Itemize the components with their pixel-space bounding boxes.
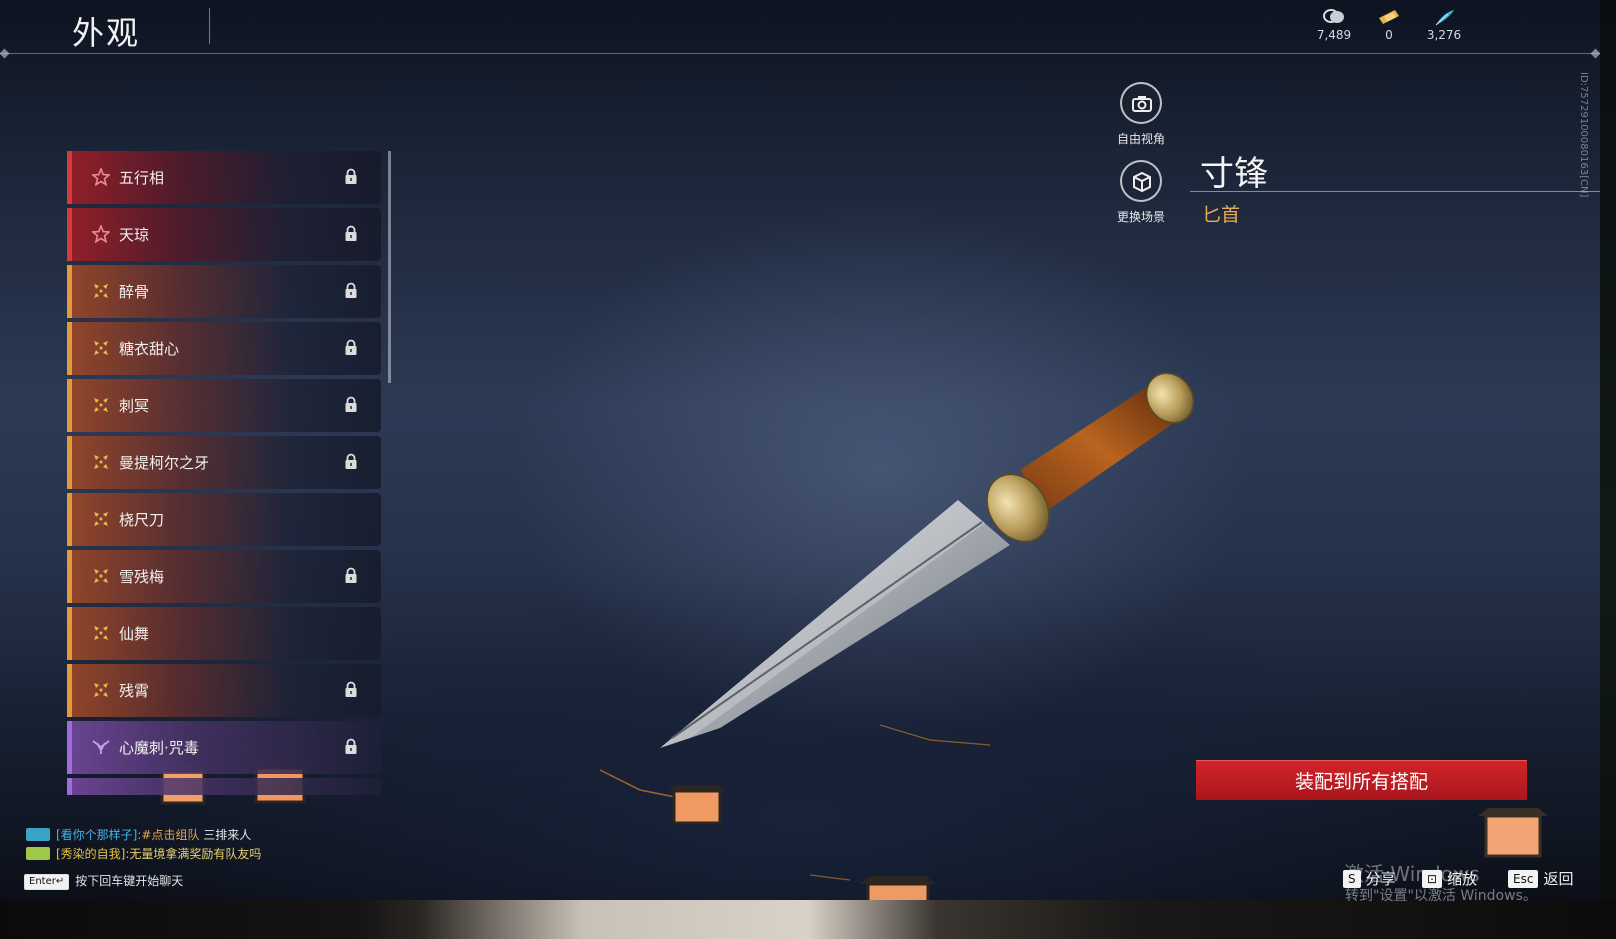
lock-icon	[344, 453, 358, 470]
star-outline-icon	[90, 223, 112, 244]
feather-icon	[1435, 10, 1454, 26]
lock-icon	[344, 567, 358, 584]
lock-icon	[344, 282, 358, 299]
weapon-name: 天琼	[119, 226, 150, 244]
chat-message[interactable]: [看你个那样子]:#点击组队 三排来人	[26, 826, 251, 843]
weapon-list-item[interactable]: 残霄	[67, 664, 381, 717]
chat-world-icon	[26, 847, 50, 860]
share-hint[interactable]: S 分享	[1343, 868, 1396, 889]
weapon-list-item[interactable]: 糖衣甜心	[67, 322, 381, 375]
lock-icon	[344, 225, 358, 242]
star-outline-icon	[90, 166, 112, 187]
weapon-skin-list[interactable]: 五行相天琼醉骨糖衣甜心刺冥曼提柯尔之牙 桡尺刀雪残梅仙舞残霄心魔刺·咒毒	[67, 151, 381, 795]
four-petal-icon	[92, 681, 110, 699]
currency-amount: 7,489	[1316, 28, 1352, 42]
chat-message[interactable]: [秀染的自我]:无量境拿满奖励有队友吗	[26, 845, 261, 862]
weapon-name: 雪残梅	[119, 568, 165, 586]
scene-icon-circle	[1120, 160, 1162, 202]
lantern-decoration	[860, 876, 936, 900]
item-name: 寸锋	[1200, 154, 1268, 194]
esc-key: Esc	[1508, 870, 1539, 888]
chat-team-icon	[26, 828, 50, 841]
user-id: ID:7572910008016​3[CN]	[1578, 72, 1589, 198]
chat-sender: [看你个那样子]:	[56, 828, 142, 842]
mouse-scroll-icon: ⊡	[1422, 870, 1443, 888]
free-camera-button[interactable]: 自由视角	[1106, 82, 1176, 147]
weapon-list-item[interactable]: 五行相	[67, 151, 381, 204]
zoom-label: 缩放	[1447, 870, 1478, 888]
four-petal-icon	[92, 396, 110, 414]
page-title: 外观	[72, 14, 141, 52]
four-petal-icon	[92, 339, 110, 357]
four-petal-icon	[92, 453, 110, 471]
chat-text: 三排来人	[199, 828, 252, 842]
currency-coins: 7,489	[1304, 8, 1364, 42]
lock-icon	[344, 339, 358, 356]
item-type: 匕首	[1202, 204, 1241, 226]
four-petal-icon	[92, 624, 110, 642]
change-scene-button[interactable]: 更换场景	[1106, 160, 1176, 225]
lock-icon	[344, 738, 358, 755]
weapon-name: 曼提柯尔之牙	[119, 454, 210, 472]
chat-link[interactable]: #点击组队	[141, 828, 199, 842]
lock-icon	[344, 396, 358, 413]
coin-stack-icon	[1323, 9, 1344, 23]
free-camera-label: 自由视角	[1116, 132, 1165, 146]
item-divider	[1190, 191, 1600, 192]
background-photo-strip	[0, 900, 1616, 939]
chat-text: 无量境拿满奖励有队友吗	[129, 847, 262, 861]
share-key: S	[1343, 870, 1361, 888]
chat-enter-hint[interactable]: Enter↵ 按下回车键开始聊天	[24, 872, 183, 890]
equip-all-loadouts-button[interactable]: 装配到所有搭配	[1196, 760, 1527, 800]
zoom-hint[interactable]: ⊡ 缩放	[1422, 868, 1477, 889]
weapon-list-item[interactable]	[67, 778, 381, 795]
weapon-list-item[interactable]: 刺冥	[67, 379, 381, 432]
camera-icon-circle	[1120, 82, 1162, 124]
weapon-name: 糖衣甜心	[119, 340, 180, 358]
weapon-name: 残霄	[119, 682, 150, 700]
weapon-list-item[interactable]: 仙舞	[67, 607, 381, 660]
top-bar: 外观 7,489 0 3,276	[0, 0, 1600, 54]
list-scrollbar[interactable]	[388, 151, 391, 383]
currency-tickets: 0	[1359, 8, 1419, 42]
back-label: 返回	[1543, 870, 1574, 888]
weapon-list-item[interactable]: 桡尺刀	[67, 493, 381, 546]
currency-amount: 0	[1385, 28, 1393, 42]
ticket-icon	[1379, 10, 1399, 24]
weapon-name: 心魔刺·咒毒	[119, 739, 199, 757]
camera-icon	[1132, 96, 1152, 112]
weapon-name: 仙舞	[119, 625, 150, 643]
cube-icon	[1133, 171, 1151, 193]
four-petal-icon	[92, 282, 110, 300]
lock-icon	[344, 168, 358, 185]
back-hint[interactable]: Esc 返回	[1508, 868, 1573, 889]
currency-amount: 3,276	[1426, 28, 1462, 42]
top-bar-divider	[0, 53, 1600, 54]
chat-sender: [秀染的自我]:	[56, 847, 130, 861]
weapon-name: 醉骨	[119, 283, 150, 301]
enter-key-icon: Enter↵	[24, 874, 70, 890]
title-divider	[209, 8, 210, 44]
weapon-name: 刺冥	[119, 397, 150, 415]
weapon-name: 桡尺刀	[119, 511, 165, 529]
weapon-name: 五行相	[119, 169, 165, 187]
lantern-decoration	[668, 785, 726, 825]
weapon-list-item[interactable]: 醉骨	[67, 265, 381, 318]
weapon-list-item[interactable]: 曼提柯尔之牙	[67, 436, 381, 489]
weapon-list-item[interactable]: 天琼	[67, 208, 381, 261]
four-petal-icon	[92, 567, 110, 585]
window-edge	[1600, 0, 1616, 939]
weapon-list-item[interactable]: 雪残梅	[67, 550, 381, 603]
lock-icon	[344, 681, 358, 698]
share-label: 分享	[1365, 870, 1396, 888]
change-scene-label: 更换场景	[1116, 210, 1165, 224]
four-petal-icon	[92, 510, 110, 528]
currency-feathers: 3,276	[1414, 8, 1474, 42]
enter-hint-text: 按下回车键开始聊天	[75, 874, 184, 888]
lantern-decoration	[1478, 808, 1548, 858]
weapon-list-item[interactable]: 心魔刺·咒毒	[67, 721, 381, 774]
trident-icon	[92, 738, 110, 756]
